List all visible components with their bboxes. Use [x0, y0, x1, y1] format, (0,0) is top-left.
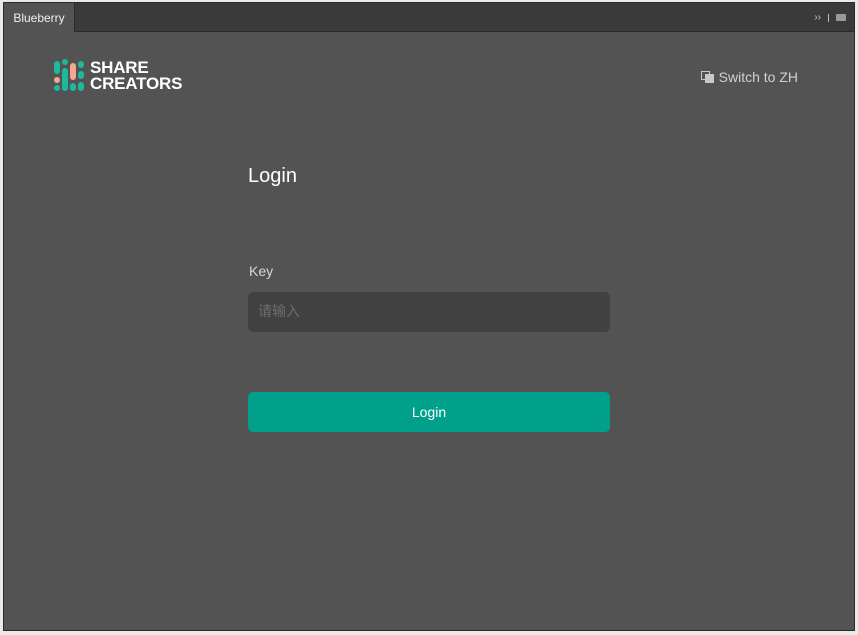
- page-title: Login: [248, 165, 297, 187]
- logo-line-2: CREATORS: [90, 73, 183, 93]
- panel-tabbar: Blueberry ››: [4, 3, 854, 32]
- panel-menu-icon[interactable]: [836, 14, 846, 21]
- key-label: Key: [249, 263, 274, 279]
- switch-language-label: Switch to ZH: [718, 69, 798, 85]
- logo-mark: [54, 59, 86, 92]
- tab-blueberry[interactable]: Blueberry: [4, 3, 75, 32]
- logo-wordmark: SHARE CREATORS: [90, 59, 183, 93]
- share-creators-logo: SHARE CREATORS: [54, 59, 182, 92]
- controls-divider: [828, 13, 829, 22]
- switch-language-button[interactable]: Switch to ZH: [700, 69, 798, 85]
- panel-controls: ››: [814, 3, 846, 32]
- translate-icon: [700, 71, 714, 83]
- key-input[interactable]: [248, 292, 610, 332]
- tab-label: Blueberry: [13, 10, 65, 25]
- expand-icon[interactable]: ››: [814, 12, 821, 23]
- extension-panel: Blueberry ›› SHARE CREATORS Switch to ZH…: [3, 2, 855, 631]
- login-button[interactable]: Login: [248, 392, 610, 432]
